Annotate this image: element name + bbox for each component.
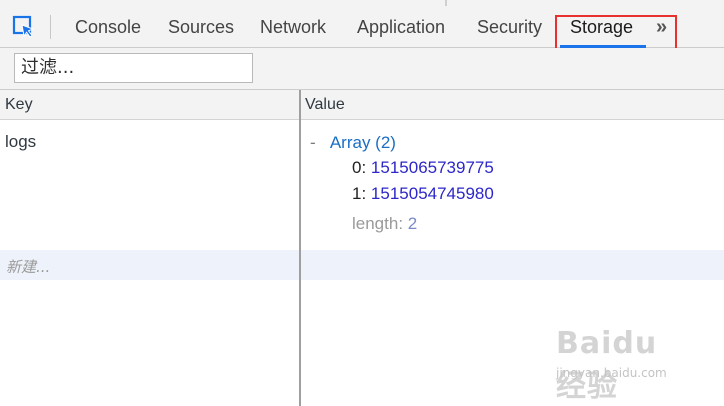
new-entry-placeholder[interactable]: 新建...	[6, 256, 50, 277]
filter-input[interactable]: 过滤...	[14, 53, 253, 83]
array-node[interactable]: - Array (2)	[310, 132, 396, 154]
array-length: length: 2	[352, 213, 417, 235]
array-item: 1: 1515054745980	[352, 183, 494, 205]
array-item: 0: 1515065739775	[352, 157, 494, 179]
array-label: Array (2)	[329, 133, 396, 152]
tab-application[interactable]: Application	[357, 14, 445, 40]
length-value: 2	[407, 214, 418, 233]
collapse-toggle-icon[interactable]: -	[310, 133, 316, 152]
length-key: length:	[352, 214, 404, 233]
baidu-watermark: Baidu 经验 jingyan.baidu.com	[556, 326, 696, 404]
tab-sources[interactable]: Sources	[168, 14, 234, 40]
item-value: 1515065739775	[370, 158, 494, 177]
item-index: 1:	[352, 184, 367, 203]
new-entry-row[interactable]: 新建...	[0, 250, 724, 280]
highlight-annotation-box	[555, 15, 677, 51]
watermark-url: jingyan.baidu.com	[556, 366, 667, 380]
column-header-key[interactable]: Key	[5, 90, 33, 120]
grid-header: Key Value	[0, 90, 724, 120]
inspect-element-icon[interactable]	[12, 15, 36, 39]
tab-network[interactable]: Network	[260, 14, 326, 40]
tab-console[interactable]: Console	[75, 14, 141, 40]
column-divider[interactable]	[299, 90, 301, 406]
toolbar-separator	[50, 15, 51, 39]
filter-bar: 过滤...	[0, 48, 724, 90]
row-key-cell[interactable]: logs	[5, 132, 36, 152]
item-index: 0:	[352, 158, 367, 177]
tab-security[interactable]: Security	[477, 14, 542, 40]
column-header-value[interactable]: Value	[305, 90, 345, 120]
item-value: 1515054745980	[370, 184, 494, 203]
